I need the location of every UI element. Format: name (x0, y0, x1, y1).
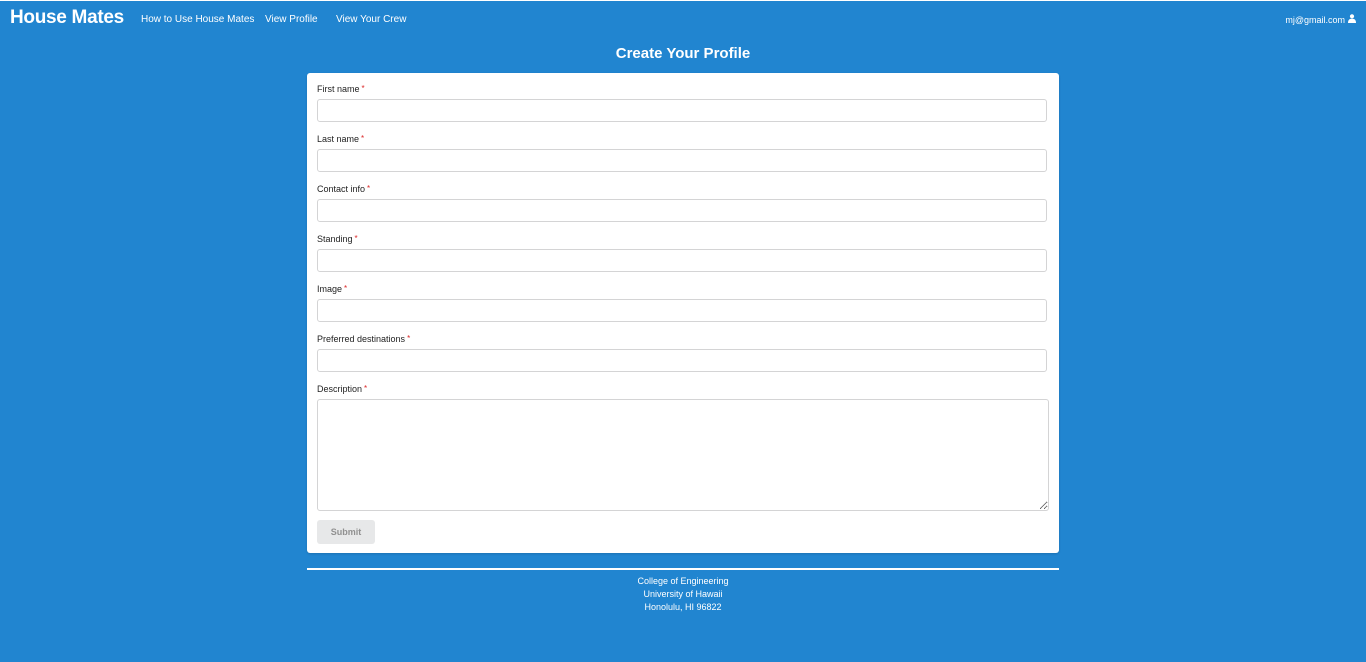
standing-label: Standing * (317, 234, 358, 244)
required-marker: * (361, 134, 365, 143)
user-email: mj@gmail.com (1285, 14, 1345, 25)
user-menu[interactable]: mj@gmail.com (1285, 14, 1356, 25)
required-marker: * (367, 184, 371, 193)
footer: College of Engineering University of Haw… (0, 575, 1366, 614)
nav-view-profile[interactable]: View Profile (265, 14, 318, 25)
first-name-label: First name * (317, 84, 365, 94)
last-name-input[interactable] (317, 149, 1047, 172)
required-marker: * (364, 384, 368, 393)
description-label: Description * (317, 384, 368, 394)
required-marker: * (407, 334, 411, 343)
contact-info-label: Contact info * (317, 184, 371, 194)
required-marker: * (354, 234, 358, 243)
footer-line-2: University of Hawaii (643, 589, 723, 599)
standing-input[interactable] (317, 249, 1047, 272)
image-input[interactable] (317, 299, 1047, 322)
description-textarea[interactable] (317, 399, 1049, 511)
last-name-label: Last name * (317, 134, 365, 144)
required-marker: * (361, 84, 365, 93)
footer-line-3: Honolulu, HI 96822 (644, 602, 722, 612)
page-title: Create Your Profile (615, 45, 751, 62)
nav-view-your-crew[interactable]: View Your Crew (336, 14, 406, 25)
required-marker: * (344, 284, 348, 293)
footer-divider (307, 568, 1059, 570)
brand-logo[interactable]: House Mates (10, 7, 124, 29)
nav-how-to-use[interactable]: How to Use House Mates (141, 14, 254, 25)
navbar: House Mates How to Use House Mates View … (0, 1, 1366, 39)
profile-form: First name * Last name * Contact info * Sta… (307, 73, 1059, 553)
submit-button[interactable]: Submit (317, 520, 375, 544)
user-icon (1348, 14, 1356, 25)
preferred-destinations-input[interactable] (317, 349, 1047, 372)
first-name-input[interactable] (317, 99, 1047, 122)
contact-info-input[interactable] (317, 199, 1047, 222)
image-label: Image * (317, 284, 348, 294)
footer-line-1: College of Engineering (637, 576, 729, 586)
preferred-destinations-label: Preferred destinations * (317, 334, 411, 344)
